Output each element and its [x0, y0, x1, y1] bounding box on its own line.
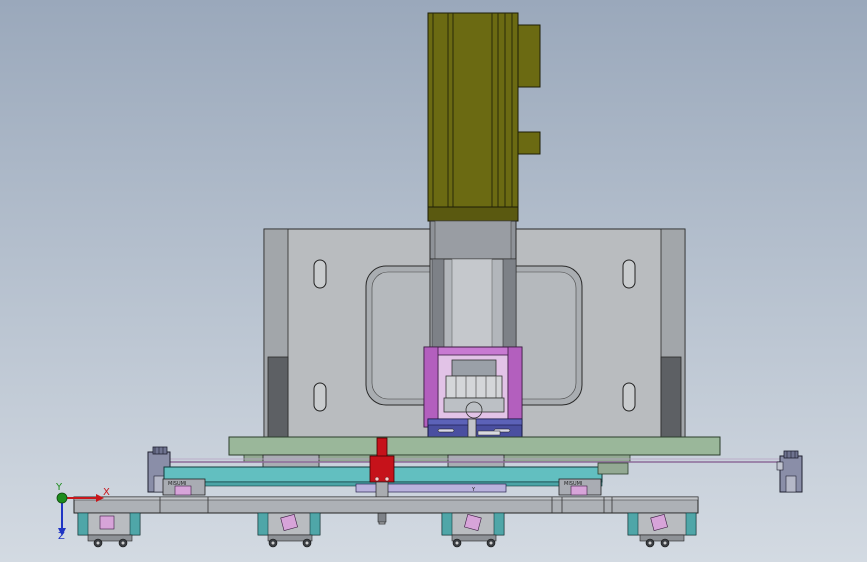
teal-carriage-plate[interactable]: Y: [163, 462, 629, 493]
green-base-rail[interactable]: [167, 436, 790, 469]
triad-x-label: X: [103, 487, 110, 498]
y-axis-origin-icon: [56, 492, 68, 504]
block-mark-left: MISUMI: [168, 481, 186, 487]
slide-unit-3[interactable]: [441, 512, 505, 548]
cad-viewport[interactable]: Y MISUMI MISUMI X Y Z: [0, 0, 867, 562]
linear-block-left[interactable]: MISUMI: [162, 478, 206, 496]
right-end-bracket[interactable]: [776, 450, 803, 493]
triad-z-label: Z: [58, 531, 65, 542]
assembly-model[interactable]: Y MISUMI MISUMI: [0, 0, 867, 562]
slide-unit-2[interactable]: [257, 512, 321, 548]
slide-unit-4[interactable]: [627, 512, 697, 548]
block-mark-right: MISUMI: [564, 481, 582, 487]
coupling-bracket[interactable]: [423, 346, 523, 428]
linear-block-right[interactable]: MISUMI: [558, 478, 602, 496]
triad-y-label: Y: [56, 482, 63, 493]
bottom-frame-beam[interactable]: [73, 496, 699, 514]
